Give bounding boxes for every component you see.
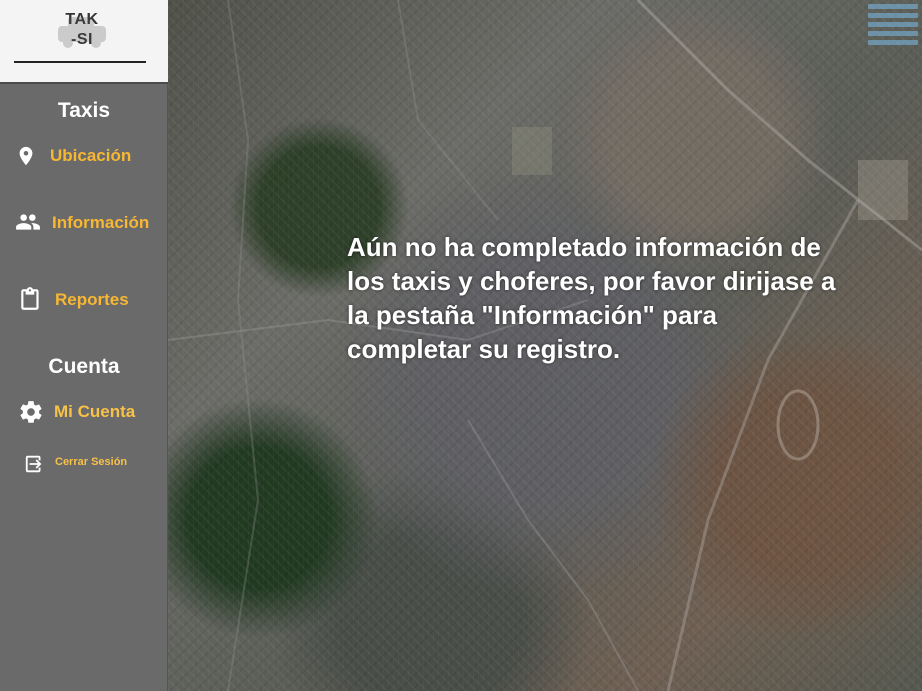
sidebar-item-reportes[interactable]: Reportes bbox=[0, 284, 168, 324]
map-control-bar[interactable] bbox=[868, 4, 918, 9]
sidebar: TAK -SI Taxis Ubicación Información Re bbox=[0, 0, 168, 691]
sidebar-item-label: Ubicación bbox=[50, 146, 132, 165]
sidebar-item-label: Cerrar Sesión bbox=[55, 456, 128, 468]
car-icon bbox=[58, 17, 106, 48]
sidebar-item-ubicacion[interactable]: Ubicación bbox=[0, 142, 168, 182]
app-window: TAK -SI Taxis Ubicación Información Re bbox=[0, 0, 922, 691]
location-pin-icon bbox=[19, 146, 33, 166]
sidebar-item-label: Reportes bbox=[55, 290, 129, 309]
sidebar-item-mi-cuenta[interactable]: Mi Cuenta bbox=[0, 398, 168, 438]
map-control-bar[interactable] bbox=[868, 31, 918, 36]
incomplete-registration-message: Aún no ha completado información de los … bbox=[347, 232, 836, 364]
map-control-bar[interactable] bbox=[868, 13, 918, 18]
clipboard-icon bbox=[21, 287, 39, 310]
map-zoom-controls[interactable] bbox=[868, 0, 918, 52]
sidebar-item-label: Información bbox=[52, 213, 150, 232]
map-control-bar[interactable] bbox=[868, 40, 918, 45]
sidebar-item-cerrar-sesion[interactable]: Cerrar Sesión bbox=[0, 452, 168, 492]
sidebar-item-label: Mi Cuenta bbox=[54, 402, 136, 421]
logo[interactable]: TAK -SI bbox=[52, 10, 112, 54]
people-icon bbox=[16, 214, 40, 230]
logo-area: TAK -SI bbox=[0, 0, 168, 84]
section-title-cuenta: Cuenta bbox=[48, 355, 120, 378]
section-title-taxis: Taxis bbox=[57, 99, 111, 122]
logo-divider bbox=[14, 61, 146, 63]
gear-icon bbox=[20, 401, 42, 423]
logout-icon bbox=[25, 455, 42, 473]
map-control-bar[interactable] bbox=[868, 22, 918, 27]
satellite-map[interactable]: Aún no ha completado información de los … bbox=[168, 0, 922, 691]
sidebar-item-informacion[interactable]: Información bbox=[0, 209, 168, 249]
